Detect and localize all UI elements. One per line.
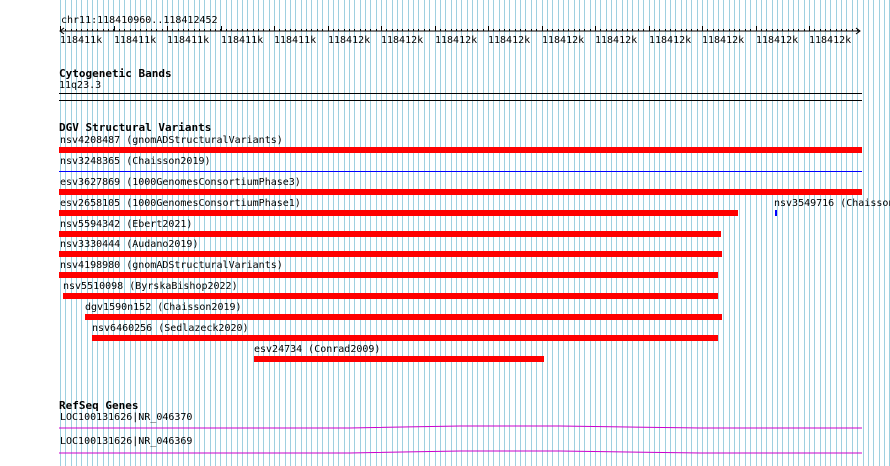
gene-track[interactable] bbox=[0, 0, 890, 466]
